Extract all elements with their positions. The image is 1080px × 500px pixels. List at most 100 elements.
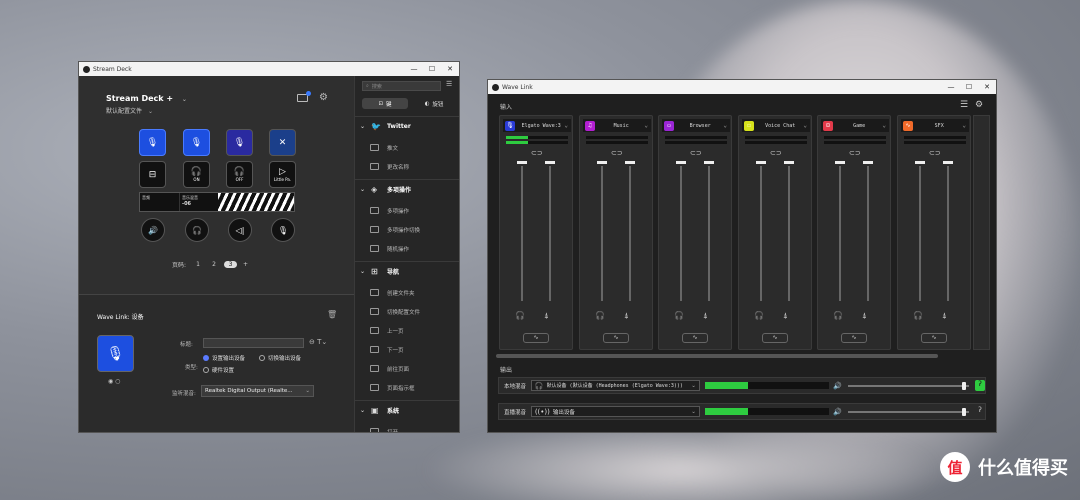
headphones-icon[interactable]: 🎧 — [754, 311, 764, 320]
monitor-fader-track[interactable] — [760, 166, 762, 301]
mixer-settings-icon[interactable]: ☰ — [960, 100, 968, 110]
fader-cap-left[interactable] — [915, 161, 925, 164]
broadcast-icon[interactable]: ⍋ — [783, 311, 788, 321]
fader-cap-right[interactable] — [545, 161, 555, 164]
close-icon[interactable]: ✕ — [441, 65, 459, 73]
output-device-select[interactable]: ((•)) 输出设备 ⌄ — [530, 406, 700, 417]
key-mic-2[interactable]: 🎙 — [183, 129, 210, 156]
device-selector[interactable]: Stream Deck + ⌄ — [106, 94, 187, 103]
state-radio[interactable]: ◉ ○ — [108, 378, 120, 385]
headphones-icon[interactable]: 🎧 — [674, 311, 684, 320]
action-next-page[interactable]: 下一页 — [355, 340, 459, 359]
headphones-icon[interactable]: 🎧 — [833, 311, 843, 320]
action-tweet[interactable]: 推文 — [355, 138, 459, 157]
radio-set-output[interactable]: 设置输出设备 — [203, 354, 245, 362]
category-system[interactable]: ⌄ ▣ 系统 — [355, 400, 459, 420]
link-icon[interactable]: ⊂⊃ — [611, 149, 623, 157]
output-volume-slider[interactable] — [847, 407, 970, 416]
key-headphones-on[interactable]: 🎧 ON — [183, 161, 210, 188]
device-icon[interactable] — [297, 91, 311, 102]
slider-thumb[interactable] — [962, 381, 967, 390]
monitor-fader-track[interactable] — [919, 166, 921, 301]
link-icon[interactable]: ⊂⊃ — [690, 149, 702, 157]
fader-cap-right[interactable] — [943, 161, 953, 164]
action-go-to-page[interactable]: 前往页面 — [355, 359, 459, 378]
slider-thumb[interactable] — [962, 407, 967, 416]
action-previous-page[interactable]: 上一页 — [355, 321, 459, 340]
action-page-indicator[interactable]: 页面指示框 — [355, 378, 459, 397]
page-button-3[interactable]: 3 — [224, 261, 238, 268]
output-volume-slider[interactable] — [847, 381, 970, 390]
list-view-icon[interactable]: ☰ — [446, 80, 452, 88]
headphones-icon[interactable]: 🎧 — [913, 311, 923, 320]
gear-icon[interactable]: ⚙ — [975, 100, 983, 110]
channel-header[interactable]: ☐ Voice Chat ⌄ — [742, 119, 810, 132]
key-headphones-off[interactable]: 🎧 OFF — [226, 161, 253, 188]
stream-fader-track[interactable] — [947, 166, 949, 301]
channel-header[interactable]: ⊡ Game ⌄ — [821, 119, 889, 132]
action-create-folder[interactable]: 创建文件夹 — [355, 283, 459, 302]
tab-keys[interactable]: ⊡ 键 — [362, 98, 408, 109]
page-button-2[interactable]: 2 — [208, 261, 220, 268]
gear-icon[interactable]: ⚙ — [319, 92, 328, 103]
close-icon[interactable]: ✕ — [978, 83, 996, 91]
effects-button[interactable]: ∿ — [762, 333, 788, 343]
key-mic-3[interactable]: 🎙 — [226, 129, 253, 156]
monitor-fader-track[interactable] — [839, 166, 841, 301]
action-key-preview[interactable]: 🎙 — [97, 335, 134, 372]
monitor-fader-track[interactable] — [521, 166, 523, 301]
action-open[interactable]: 打开 — [355, 422, 459, 432]
dial-4[interactable]: 🎙 — [271, 218, 295, 242]
page-button-1[interactable]: 1 — [192, 261, 204, 268]
fader-cap-left[interactable] — [597, 161, 607, 164]
monitor-fader-track[interactable] — [680, 166, 682, 301]
fader-cap-right[interactable] — [784, 161, 794, 164]
channel-header[interactable]: 🎙 Elgato Wave:3 ⌄ — [503, 119, 571, 132]
category-navigation[interactable]: ⌄ ⊞ 导航 — [355, 261, 459, 281]
mixer-scrollbar[interactable] — [496, 354, 938, 358]
channel-header[interactable]: ∿ SFX ⌄ — [901, 119, 969, 132]
effects-button[interactable]: ∿ — [682, 333, 708, 343]
stream-fader-track[interactable] — [788, 166, 790, 301]
minimize-icon[interactable]: — — [405, 65, 423, 73]
action-change-name[interactable]: 更改名称 — [355, 157, 459, 176]
broadcast-icon[interactable]: ⍋ — [942, 311, 947, 321]
dial-1[interactable]: 🔊 — [141, 218, 165, 242]
category-multi-action[interactable]: ⌄ ◈ 多项操作 — [355, 179, 459, 199]
fader-cap-left[interactable] — [756, 161, 766, 164]
minimize-icon[interactable]: — — [942, 83, 960, 91]
monitor-ear-icon[interactable]: ʔ — [975, 380, 985, 391]
link-icon[interactable]: ⊂⊃ — [849, 149, 861, 157]
effects-button[interactable]: ∿ — [921, 333, 947, 343]
action-random[interactable]: 随机操作 — [355, 239, 459, 258]
effects-button[interactable]: ∿ — [841, 333, 867, 343]
profile-selector[interactable]: 默认配置文件 ⌄ — [106, 106, 153, 115]
broadcast-icon[interactable]: ⍋ — [624, 311, 629, 321]
output-device-select[interactable]: 🎧 默认设备 (默认设备 (Headphones (Elgato Wave:3)… — [530, 380, 700, 391]
headphones-icon[interactable]: 🎧 — [595, 311, 605, 320]
fader-cap-left[interactable] — [517, 161, 527, 164]
effects-button[interactable]: ∿ — [603, 333, 629, 343]
action-multi-action[interactable]: 多项操作 — [355, 201, 459, 220]
channel-header[interactable]: ▭ Browser ⌄ — [662, 119, 730, 132]
action-multi-action-switch[interactable]: 多项操作切换 — [355, 220, 459, 239]
key-mic-1[interactable]: 🎙 — [139, 129, 166, 156]
stream-fader-track[interactable] — [549, 166, 551, 301]
monitor-mix-select[interactable]: Realtek Digital Output (Realte... ⌄ — [201, 385, 314, 397]
broadcast-icon[interactable]: ⍋ — [544, 311, 549, 321]
category-twitter[interactable]: ⌄ 🐦 Twitter — [355, 116, 459, 136]
link-icon[interactable]: ⊂⊃ — [929, 149, 941, 157]
dial-2[interactable]: 🎧 — [185, 218, 209, 242]
touch-strip[interactable]: 音频 音乐混音 -06 — [139, 192, 295, 212]
maximize-icon[interactable]: ☐ — [423, 65, 441, 73]
key-little-pa[interactable]: ▷ Little Pa. — [269, 161, 296, 188]
key-mic-mute[interactable]: ✕ — [269, 129, 296, 156]
search-box[interactable]: ⌕ 搜索 — [362, 81, 441, 91]
channel-header[interactable]: ♫ Music ⌄ — [583, 119, 651, 132]
tab-dials[interactable]: ◐ 旋钮 — [411, 98, 457, 109]
title-settings-icon[interactable]: ⊖ T⌄ — [309, 338, 327, 346]
link-icon[interactable]: ⊂⊃ — [531, 149, 543, 157]
radio-switch-output[interactable]: 切换输出设备 — [259, 354, 301, 362]
broadcast-icon[interactable]: ⍋ — [862, 311, 867, 321]
trash-icon[interactable]: 🗑 — [327, 310, 337, 319]
